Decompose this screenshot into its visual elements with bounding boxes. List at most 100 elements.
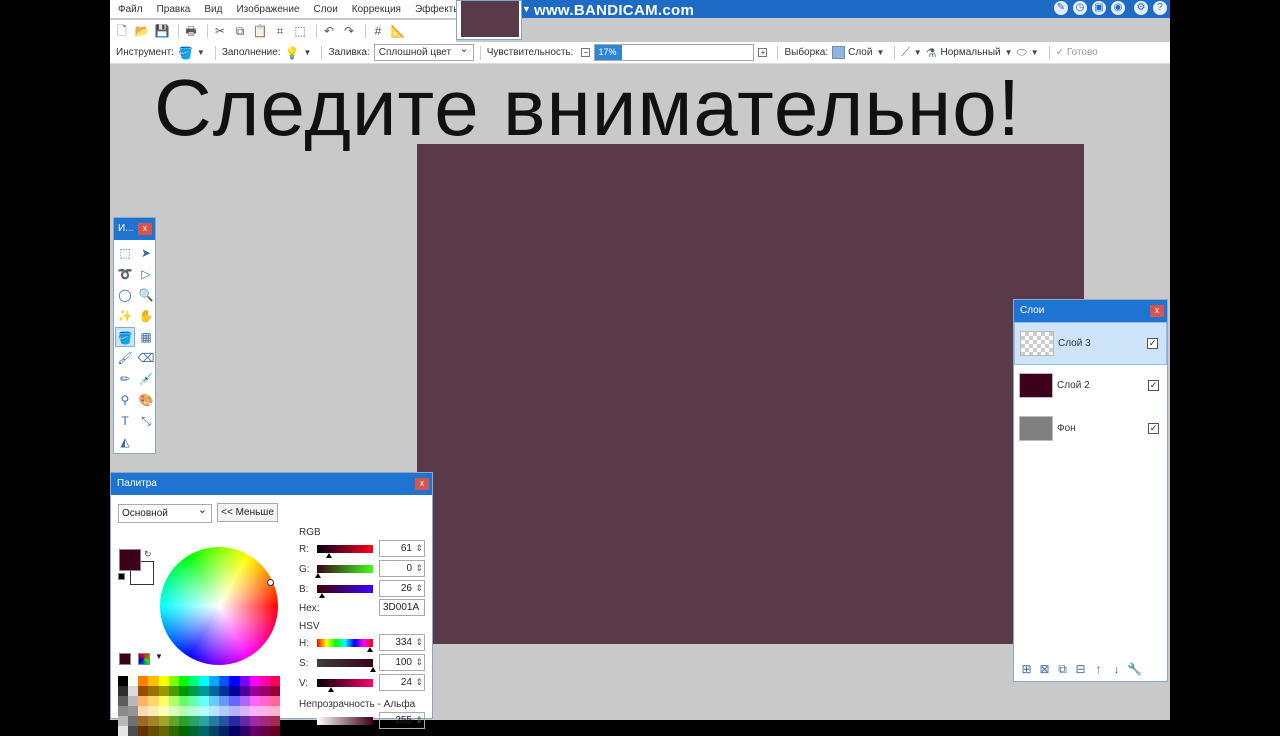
palette-swatch[interactable] [219, 716, 230, 726]
palette-swatch[interactable] [118, 726, 129, 736]
menu-file[interactable]: Файл [110, 4, 150, 15]
palette-swatch[interactable] [118, 716, 129, 726]
palette-swatch[interactable] [138, 686, 149, 696]
palette-swatch[interactable] [199, 686, 210, 696]
hue-slider[interactable] [317, 639, 373, 647]
palette-swatch[interactable] [188, 676, 199, 686]
layer-properties-icon[interactable]: 🔧 [1126, 661, 1143, 678]
palette-swatch[interactable] [158, 706, 169, 716]
rectangle-select-icon[interactable]: ⬚ [115, 243, 135, 263]
palette-swatch[interactable] [269, 696, 280, 706]
layers-icon[interactable]: ▣ [1092, 1, 1106, 15]
chevron-down-icon[interactable]: ▼ [1031, 48, 1039, 57]
chevron-down-icon[interactable]: ▼ [197, 48, 205, 57]
palette-swatch[interactable] [199, 676, 210, 686]
palette-swatch[interactable] [269, 726, 280, 736]
history-icon[interactable]: ◷ [1073, 1, 1087, 15]
palette-swatch[interactable] [219, 726, 230, 736]
red-slider[interactable] [317, 545, 373, 553]
saturation-slider-handle[interactable] [370, 667, 376, 672]
palette-swatch[interactable] [148, 696, 159, 706]
ruler-icon[interactable]: 📐 [390, 23, 406, 39]
line-curve-icon[interactable]: ⤡ [136, 411, 156, 431]
palette-swatch[interactable] [148, 686, 159, 696]
palette-swatch[interactable] [259, 716, 270, 726]
palette-swatch[interactable] [168, 676, 179, 686]
palette-swatch[interactable] [148, 706, 159, 716]
palette-swatch[interactable] [128, 676, 139, 686]
palette-swatch[interactable] [158, 716, 169, 726]
lasso-icon[interactable]: ➰ [115, 264, 135, 284]
magic-wand-icon[interactable]: ✨ [115, 306, 135, 326]
gradient-icon[interactable]: ▦ [136, 327, 156, 347]
palette-swatch[interactable] [178, 706, 189, 716]
print-icon[interactable]: 🖶 [183, 23, 199, 39]
palette-swatch[interactable] [249, 716, 260, 726]
palette-swatch[interactable] [188, 686, 199, 696]
palette-swatch[interactable] [229, 706, 240, 716]
deselect-icon[interactable]: ⬚ [292, 23, 308, 39]
value-slider[interactable] [317, 679, 373, 687]
blue-slider[interactable] [317, 585, 373, 593]
palette-swatch[interactable] [128, 686, 139, 696]
palette-swatch[interactable] [229, 686, 240, 696]
less-button[interactable]: << Меньше [217, 503, 278, 522]
palette-swatch[interactable] [209, 686, 220, 696]
undo-icon[interactable]: ↶ [321, 23, 337, 39]
palette-swatch[interactable] [219, 706, 230, 716]
palette-swatch[interactable] [158, 676, 169, 686]
menu-edit[interactable]: Правка [150, 4, 198, 15]
palette-swatch[interactable] [188, 726, 199, 736]
palette-swatch[interactable] [249, 696, 260, 706]
palette-swatch[interactable] [239, 726, 250, 736]
palette-swatch[interactable] [188, 696, 199, 706]
pencil-icon[interactable]: ✏ [115, 369, 135, 389]
palette-swatch[interactable] [199, 726, 210, 736]
palette-swatch[interactable] [148, 726, 159, 736]
plus-icon[interactable]: + [758, 48, 768, 57]
layer-visibility-checkbox[interactable]: ✓ [1148, 423, 1159, 434]
layer-visibility-checkbox[interactable]: ✓ [1147, 338, 1158, 349]
paint-bucket-icon[interactable]: 🪣 [178, 46, 193, 60]
palette-swatch[interactable] [199, 706, 210, 716]
saturation-input[interactable]: 100 [379, 654, 425, 671]
palette-swatch[interactable] [158, 686, 169, 696]
palette-mode-select[interactable]: Основной [118, 502, 212, 523]
paste-icon[interactable]: 📋 [252, 23, 268, 39]
chevron-down-icon[interactable]: ▼ [522, 4, 531, 14]
layers-panel-header[interactable]: Слои x [1014, 300, 1167, 322]
move-down-icon[interactable]: ↓ [1108, 661, 1125, 678]
palette-swatch[interactable] [249, 706, 260, 716]
palette-swatch[interactable] [188, 706, 199, 716]
redo-icon[interactable]: ↷ [341, 23, 357, 39]
value-slider-handle[interactable] [328, 687, 334, 692]
palette-swatch[interactable] [148, 676, 159, 686]
palette-swatch[interactable] [168, 686, 179, 696]
duplicate-layer-icon[interactable]: ⧉ [1054, 661, 1071, 678]
save-icon[interactable]: 💾 [154, 23, 170, 39]
reset-colors-icon[interactable] [118, 573, 125, 580]
chevron-down-icon[interactable]: ▼ [304, 48, 312, 57]
fill-mode-icon[interactable]: 💡 [285, 46, 300, 60]
palette-swatch[interactable] [259, 676, 270, 686]
layer-row[interactable]: Фон ✓ [1014, 408, 1167, 451]
palette-swatch[interactable] [148, 716, 159, 726]
palette-swatch[interactable] [209, 696, 220, 706]
shapes-icon[interactable]: ◭ [115, 432, 135, 452]
merge-layer-icon[interactable]: ⊟ [1072, 661, 1089, 678]
tools-panel-header[interactable]: И... x [114, 218, 155, 240]
palette-swatch[interactable] [249, 676, 260, 686]
delete-layer-icon[interactable]: ⊠ [1036, 661, 1053, 678]
color-picker-icon[interactable]: 💉 [136, 369, 156, 389]
menu-image[interactable]: Изображение [229, 4, 306, 15]
palette-swatch[interactable] [259, 696, 270, 706]
palette-swatch[interactable] [118, 676, 129, 686]
crop-icon[interactable]: ⌗ [272, 23, 288, 39]
alpha-slider-handle[interactable] [370, 725, 376, 730]
palette-swatch[interactable] [168, 706, 179, 716]
pan-icon[interactable]: ✋ [136, 306, 156, 326]
palette-swatch[interactable] [209, 726, 220, 736]
zoom-icon[interactable]: 🔍 [136, 285, 156, 305]
image-tab-thumbnail[interactable] [456, 0, 522, 40]
palette-swatch[interactable] [229, 676, 240, 686]
